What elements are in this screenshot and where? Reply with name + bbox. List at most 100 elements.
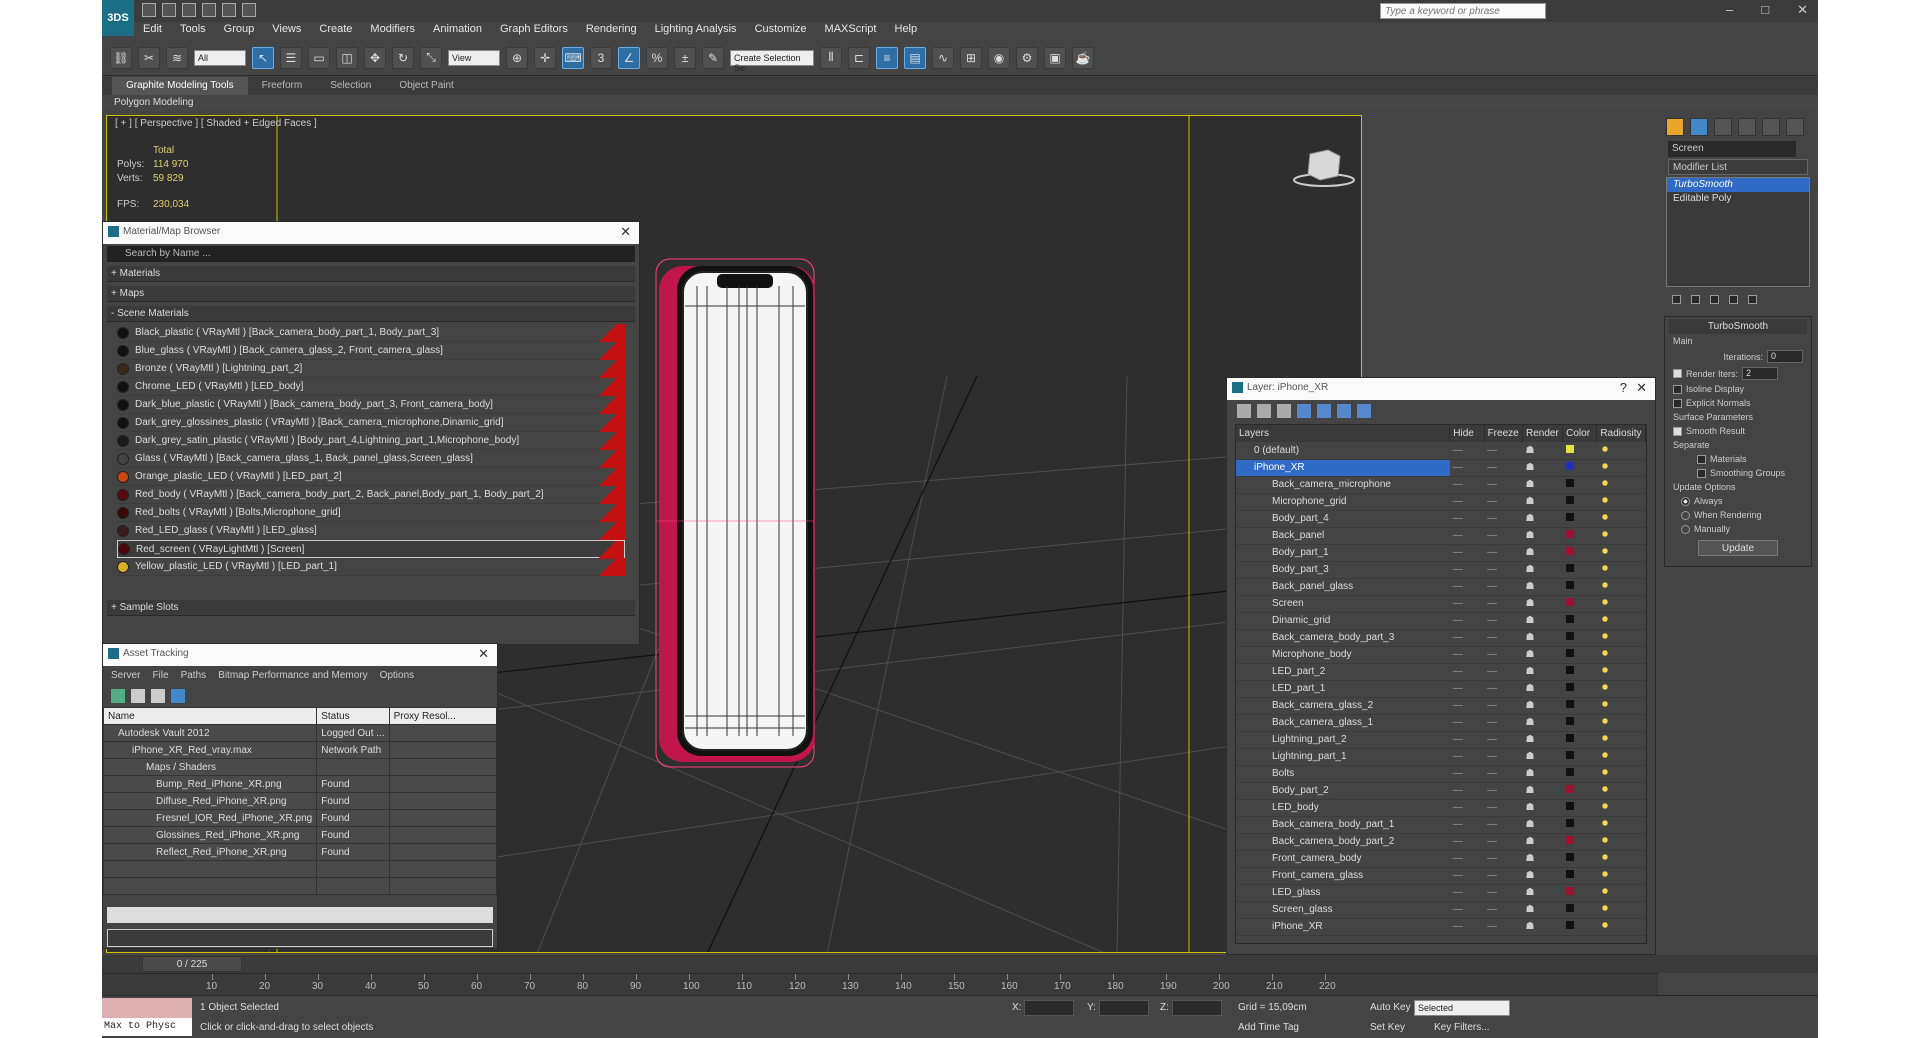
- asset-row[interactable]: Reflect_Red_iPhone_XR.png Found: [102, 843, 498, 861]
- layer-render-toggle[interactable]: ☗: [1522, 561, 1563, 579]
- move-icon[interactable]: ✥: [364, 46, 386, 69]
- schematic-view-icon[interactable]: ⊞: [960, 46, 982, 69]
- layer-row[interactable]: Back_camera_body_part_2— — ☗: [1236, 833, 1646, 851]
- spinner-snap-icon[interactable]: ±: [674, 46, 696, 69]
- percent-snap-icon[interactable]: %: [646, 46, 668, 69]
- layer-color[interactable]: [1562, 867, 1597, 885]
- add-to-layer-icon[interactable]: [1277, 404, 1291, 418]
- layer-freeze-toggle[interactable]: —: [1484, 918, 1523, 936]
- layer-row[interactable]: Dinamic_grid — — ☗: [1236, 612, 1646, 630]
- layer-row[interactable]: Front_camera_body — — ☗: [1236, 850, 1646, 868]
- ref-coord-dropdown[interactable]: View: [448, 49, 500, 66]
- layer-row[interactable]: Body_part_2— — ☗: [1236, 782, 1646, 800]
- app-logo[interactable]: 3DS: [102, 0, 134, 36]
- layer-hide-toggle[interactable]: —: [1449, 459, 1485, 477]
- layer-radiosity[interactable]: [1596, 493, 1646, 511]
- configure-sets-icon[interactable]: [1748, 295, 1757, 304]
- layer-row[interactable]: LED_part_2— — ☗: [1236, 663, 1646, 681]
- layer-hide-toggle[interactable]: —: [1449, 714, 1485, 732]
- viewport-label[interactable]: [ + ] [ Perspective ] [ Shaded + Edged F…: [115, 118, 317, 129]
- material-list-item[interactable]: Red_LED_glass ( VRayMtl ) [LED_glass]: [117, 522, 625, 540]
- phone-wireframe[interactable]: [655, 258, 815, 768]
- layer-color[interactable]: [1562, 765, 1597, 783]
- layer-render-toggle[interactable]: ☗: [1522, 459, 1563, 477]
- hide-all-icon[interactable]: [1337, 404, 1351, 418]
- smoothing-groups-checkbox[interactable]: [1697, 468, 1706, 478]
- snaps-toggle-icon[interactable]: 3: [590, 46, 612, 69]
- new-file-icon[interactable]: [142, 3, 156, 17]
- layer-row[interactable]: Microphone_grid — — ☗: [1236, 493, 1646, 511]
- layer-hide-toggle[interactable]: —: [1449, 731, 1485, 749]
- asset-column-header[interactable]: Name: [102, 707, 318, 725]
- menu-item-group[interactable]: Group: [215, 22, 264, 38]
- close-icon[interactable]: ✕: [620, 224, 631, 240]
- track-bar[interactable]: 10 20 30 40 50 60 70 80 90 100 110 120 130 140 150 160 1…: [102, 973, 1658, 995]
- scene-materials-section[interactable]: - Scene Materials: [107, 306, 635, 322]
- layer-hide-toggle[interactable]: —: [1449, 493, 1485, 511]
- align-icon[interactable]: ⊏: [848, 46, 870, 69]
- layer-render-toggle[interactable]: ☗: [1522, 782, 1563, 800]
- layer-render-toggle[interactable]: ☗: [1522, 493, 1563, 511]
- layer-color[interactable]: [1562, 612, 1597, 630]
- rotate-icon[interactable]: ↻: [392, 46, 414, 69]
- menu-item-edit[interactable]: Edit: [134, 22, 171, 38]
- layer-hide-toggle[interactable]: —: [1449, 510, 1485, 528]
- layer-hide-toggle[interactable]: —: [1449, 816, 1485, 834]
- layer-freeze-toggle[interactable]: —: [1484, 527, 1523, 545]
- layer-render-toggle[interactable]: ☗: [1522, 748, 1563, 766]
- minimize-icon[interactable]: –: [1726, 2, 1733, 18]
- turbosmooth-title[interactable]: TurboSmooth: [1669, 319, 1807, 334]
- layer-render-toggle[interactable]: ☗: [1522, 850, 1563, 868]
- layer-row[interactable]: Back_camera_glass_2— — ☗: [1236, 697, 1646, 715]
- asset-menu-item[interactable]: Bitmap Performance and Memory: [218, 670, 368, 681]
- layer-color[interactable]: [1562, 476, 1597, 494]
- asset-column-header[interactable]: Status: [316, 707, 390, 725]
- redo-icon[interactable]: [222, 3, 236, 17]
- menu-item-animation[interactable]: Animation: [424, 22, 491, 38]
- layer-render-toggle[interactable]: ☗: [1522, 442, 1563, 460]
- layer-hide-toggle[interactable]: —: [1449, 799, 1485, 817]
- select-object-icon[interactable]: ↖: [252, 46, 274, 69]
- layer-color[interactable]: [1562, 493, 1597, 511]
- layer-render-toggle[interactable]: ☗: [1522, 918, 1563, 936]
- asset-row[interactable]: Fresnel_IOR_Red_iPhone_XR.png Found: [102, 809, 498, 827]
- select-layer-icon[interactable]: [1297, 404, 1311, 418]
- asset-row[interactable]: Diffuse_Red_iPhone_XR.png Found: [102, 792, 498, 810]
- layer-hide-toggle[interactable]: —: [1449, 578, 1485, 596]
- layer-row[interactable]: Back_panel — — ☗: [1236, 527, 1646, 545]
- layer-row[interactable]: Front_camera_glass — — ☗: [1236, 867, 1646, 885]
- ribbon-tab-selection[interactable]: Selection: [316, 77, 385, 95]
- material-search-input[interactable]: Search by Name ...: [107, 246, 635, 262]
- keyboard-shortcut-icon[interactable]: ⌨: [562, 46, 584, 69]
- layer-radiosity[interactable]: [1596, 663, 1646, 681]
- layer-radiosity[interactable]: [1596, 697, 1646, 715]
- layer-color[interactable]: [1562, 442, 1597, 460]
- layer-row[interactable]: LED_part_1— — ☗: [1236, 680, 1646, 698]
- layer-freeze-toggle[interactable]: —: [1484, 850, 1523, 868]
- layer-row[interactable]: Screen — — ☗: [1236, 595, 1646, 613]
- material-editor-icon[interactable]: ◉: [988, 46, 1010, 69]
- layer-freeze-toggle[interactable]: —: [1484, 442, 1523, 460]
- layer-freeze-toggle[interactable]: —: [1484, 595, 1523, 613]
- layer-freeze-toggle[interactable]: —: [1484, 833, 1523, 851]
- layer-row[interactable]: Back_camera_body_part_3— — ☗: [1236, 629, 1646, 647]
- material-browser-titlebar[interactable]: Material/Map Browser ✕: [103, 222, 639, 244]
- layer-render-toggle[interactable]: ☗: [1522, 901, 1563, 919]
- layer-radiosity[interactable]: [1596, 578, 1646, 596]
- layer-render-toggle[interactable]: ☗: [1522, 595, 1563, 613]
- layer-radiosity[interactable]: [1596, 510, 1646, 528]
- layer-row[interactable]: Back_panel_glass — — ☗: [1236, 578, 1646, 596]
- ribbon-tab-graphite-modeling-tools[interactable]: Graphite Modeling Tools: [112, 77, 248, 95]
- layer-radiosity[interactable]: [1596, 612, 1646, 630]
- layer-freeze-toggle[interactable]: —: [1484, 459, 1523, 477]
- layer-render-toggle[interactable]: ☗: [1522, 765, 1563, 783]
- layer-radiosity[interactable]: [1596, 799, 1646, 817]
- layer-radiosity[interactable]: [1596, 867, 1646, 885]
- layer-render-toggle[interactable]: ☗: [1522, 663, 1563, 681]
- material-list-item[interactable]: Blue_glass ( VRayMtl ) [Back_camera_glas…: [117, 342, 625, 360]
- material-list-item[interactable]: Orange_plastic_LED ( VRayMtl ) [LED_part…: [117, 468, 625, 486]
- utilities-tab-icon[interactable]: [1786, 118, 1804, 136]
- table-view-icon[interactable]: [171, 689, 185, 703]
- layer-color[interactable]: [1562, 663, 1597, 681]
- menu-item-rendering[interactable]: Rendering: [577, 22, 646, 38]
